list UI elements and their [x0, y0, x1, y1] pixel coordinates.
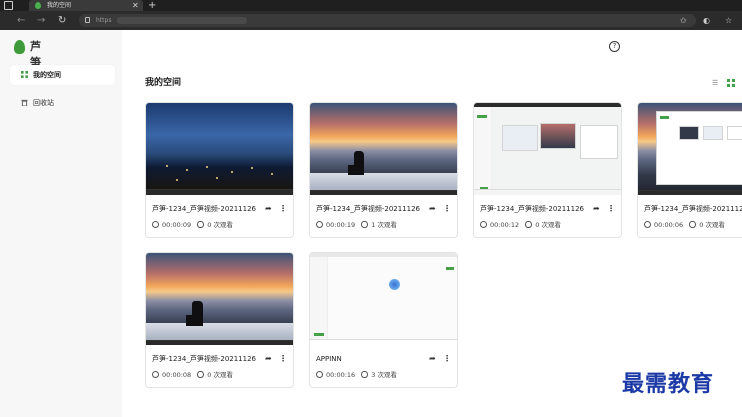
eye-icon [525, 220, 533, 228]
video-meta: 00:00:06 0 次观看 [644, 219, 725, 231]
collections-icon[interactable]: ◐ [703, 11, 710, 30]
video-thumbnail[interactable] [146, 253, 293, 345]
back-icon[interactable]: ← [17, 11, 25, 30]
share-icon[interactable]: ➦ [429, 203, 436, 215]
video-duration: 00:00:19 [326, 221, 356, 229]
new-tab-icon[interactable]: + [148, 0, 156, 11]
url-text: https [96, 17, 112, 24]
video-thumbnail[interactable] [146, 103, 293, 195]
tab-close-icon[interactable]: ✕ [132, 0, 139, 11]
list-view-icon[interactable]: ☰ [712, 79, 718, 87]
trash-icon [21, 99, 28, 106]
video-card[interactable]: APPINN ➦ ⋮ 00:00:16 3 次观看 [309, 252, 458, 388]
video-duration: 00:00:06 [654, 221, 684, 229]
video-meta: 00:00:12 0 次观看 [480, 219, 561, 231]
video-card[interactable]: 芦笋-1234_芦笋视频-20211126 ➦ ⋮ 00:00:08 0 次观看 [145, 252, 294, 388]
sidebar-item-my-space[interactable]: 我的空间 [10, 65, 115, 85]
sidebar-item-label: 回收站 [33, 99, 54, 107]
more-menu-icon[interactable]: ⋮ [607, 203, 615, 215]
video-meta: 00:00:16 3 次观看 [316, 369, 397, 381]
lock-icon [85, 17, 90, 23]
video-title[interactable]: 芦笋-1234_芦笋视频-20211126 [152, 203, 256, 215]
eye-icon [197, 220, 205, 228]
screen: { "browser": { "tab_title": "我的空间", "url… [0, 0, 742, 417]
video-meta: 00:00:08 0 次观看 [152, 369, 233, 381]
video-title[interactable]: 芦笋-1234_芦笋视频-20211126 [480, 203, 584, 215]
video-title[interactable]: 芦笋-1234_芦笋视频-20211126 [644, 203, 742, 215]
video-card[interactable]: 芦笋-1234_芦笋视频-20211126 ➦ ⋮ 00:00:12 0 次观看 [473, 102, 622, 238]
video-card[interactable]: 芦笋-1234_芦笋视频-20211126 00:00:06 0 次观看 [637, 102, 742, 238]
eye-icon [361, 370, 369, 378]
video-thumbnail[interactable] [474, 103, 621, 195]
video-views: 0 次观看 [699, 221, 725, 229]
url-redacted [117, 17, 247, 24]
video-views: 0 次观看 [535, 221, 561, 229]
share-icon[interactable]: ➦ [265, 203, 272, 215]
favorite-icon[interactable]: ☆ [725, 11, 732, 30]
share-icon[interactable]: ➦ [265, 353, 272, 365]
eye-icon [361, 220, 369, 228]
video-title[interactable]: 芦笋-1234_芦笋视频-20211126 [152, 353, 256, 365]
clock-icon [480, 220, 487, 228]
clock-icon [644, 220, 651, 228]
page-title: 我的空间 [145, 78, 182, 88]
clock-icon [152, 220, 159, 228]
window-icon[interactable] [4, 1, 13, 10]
share-icon[interactable]: ➦ [429, 353, 436, 365]
address-bar-row: ← → ↻ https ✩ ◐ ☆ [0, 11, 742, 30]
clock-icon [316, 370, 323, 378]
video-views: 0 次观看 [207, 371, 233, 379]
video-thumbnail[interactable] [310, 253, 457, 345]
more-menu-icon[interactable]: ⋮ [279, 203, 287, 215]
more-menu-icon[interactable]: ⋮ [443, 353, 451, 365]
tab-title: 我的空间 [47, 2, 72, 9]
video-meta: 00:00:09 0 次观看 [152, 219, 233, 231]
video-thumbnail[interactable] [638, 103, 742, 195]
sidebar: 芦笋 我的空间 回收站 [0, 30, 122, 417]
video-title[interactable]: 芦笋-1234_芦笋视频-20211126 [316, 203, 420, 215]
share-icon[interactable]: ➦ [593, 203, 600, 215]
extension-icon[interactable]: ✩ [680, 11, 687, 30]
asparagus-logo-icon [14, 40, 25, 54]
sidebar-item-label: 我的空间 [33, 71, 61, 79]
browser-tab-bar: 我的空间 ✕ + [0, 0, 742, 11]
help-icon[interactable]: ? [609, 41, 620, 52]
video-views: 0 次观看 [207, 221, 233, 229]
more-menu-icon[interactable]: ⋮ [279, 353, 287, 365]
more-menu-icon[interactable]: ⋮ [443, 203, 451, 215]
video-thumbnail[interactable] [310, 103, 457, 195]
eye-icon [197, 370, 205, 378]
video-title[interactable]: APPINN [316, 353, 342, 365]
asparagus-favicon-icon [35, 2, 41, 9]
eye-icon [689, 220, 697, 228]
video-duration: 00:00:16 [326, 371, 356, 379]
grid-view-icon[interactable] [727, 79, 735, 87]
video-card[interactable]: 芦笋-1234_芦笋视频-20211126 ➦ ⋮ 00:00:09 0 次观看 [145, 102, 294, 238]
url-field[interactable]: https [79, 14, 696, 27]
reload-icon[interactable]: ↻ [58, 11, 66, 30]
clock-icon [316, 220, 323, 228]
clock-icon [152, 370, 159, 378]
grid-icon [21, 71, 28, 78]
video-duration: 00:00:12 [490, 221, 520, 229]
sidebar-item-trash[interactable]: 回收站 [10, 93, 115, 113]
video-duration: 00:00:08 [162, 371, 192, 379]
forward-icon[interactable]: → [37, 11, 45, 30]
video-views: 3 次观看 [371, 371, 397, 379]
watermark-text: 最需教育 [622, 371, 715, 397]
video-views: 1 次观看 [371, 221, 397, 229]
browser-tab[interactable]: 我的空间 ✕ [29, 0, 143, 11]
video-card[interactable]: 芦笋-1234_芦笋视频-20211126 ➦ ⋮ 00:00:19 1 次观看 [309, 102, 458, 238]
video-meta: 00:00:19 1 次观看 [316, 219, 397, 231]
video-duration: 00:00:09 [162, 221, 192, 229]
